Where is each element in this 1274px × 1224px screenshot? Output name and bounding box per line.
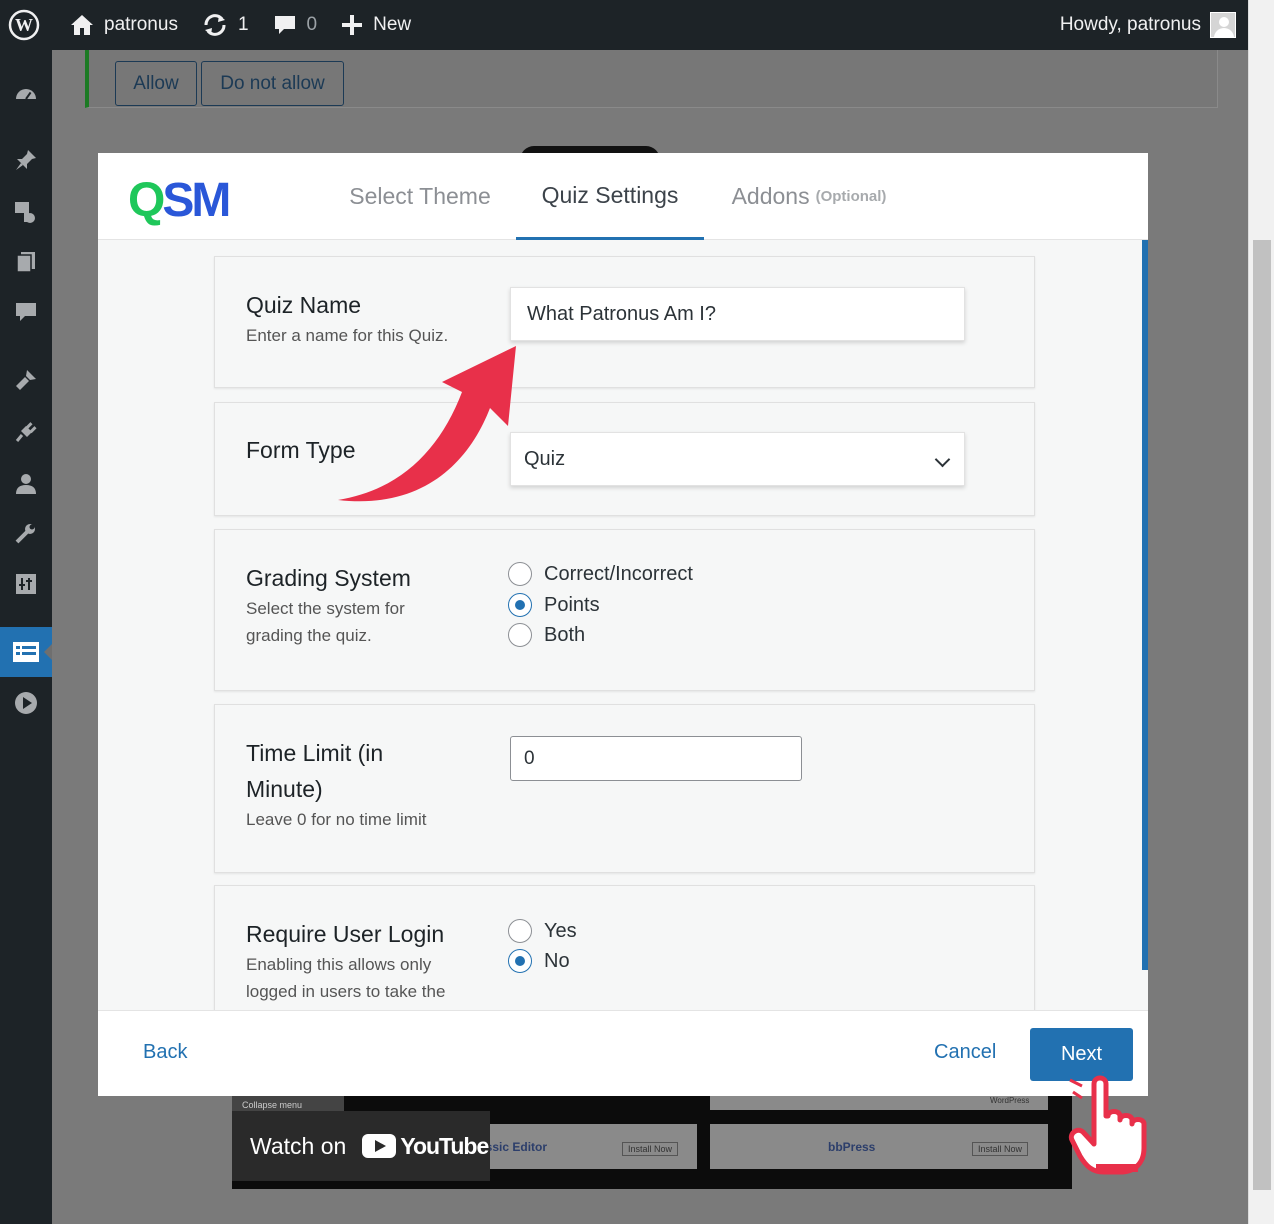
watch-on-text: Watch on (250, 1132, 347, 1159)
time-limit-input[interactable]: 0 (510, 736, 802, 781)
appearance-icon[interactable] (0, 360, 52, 400)
radio-button[interactable] (508, 919, 532, 943)
grading-system-title: Grading System (246, 565, 411, 591)
avatar (1210, 12, 1236, 38)
updates-icon (204, 14, 226, 36)
plugins-icon[interactable] (0, 412, 52, 452)
bbpress-text: bbPress (828, 1140, 876, 1154)
pin-icon[interactable] (0, 140, 52, 180)
require-login-description: Enabling this allows only logged in user… (246, 955, 446, 1001)
comments-icon[interactable] (0, 292, 52, 332)
radio-button-checked[interactable] (508, 593, 532, 617)
plus-icon (342, 15, 363, 35)
modal-body: Quiz Name Enter a name for this Quiz. Wh… (98, 240, 1148, 1010)
new-label: New (373, 14, 412, 35)
require-login-card: Require User Login Enabling this allows … (214, 885, 1035, 1010)
time-limit-description: Leave 0 for no time limit (246, 810, 427, 829)
pages-icon[interactable] (0, 242, 52, 282)
form-type-select[interactable]: Quiz (510, 432, 965, 486)
back-button[interactable]: Back (143, 1041, 187, 1064)
my-account[interactable]: Howdy, patronus (1060, 12, 1248, 38)
comment-icon (274, 16, 295, 34)
media-icon[interactable] (0, 192, 52, 232)
play-icon[interactable] (0, 683, 52, 723)
tab-select-theme[interactable]: Select Theme (324, 153, 516, 240)
annotation-arrow-icon (338, 346, 516, 502)
quiz-icon[interactable] (0, 627, 52, 677)
allow-button[interactable]: Allow (115, 61, 197, 106)
tools-icon[interactable] (0, 514, 52, 554)
dashboard-icon[interactable] (0, 74, 52, 114)
quiz-wizard-modal: QSM Select Theme Quiz Settings Addons (O… (98, 153, 1148, 1096)
home-icon (71, 15, 93, 35)
grading-option-correct-incorrect[interactable]: Correct/Incorrect (508, 559, 693, 589)
cancel-button[interactable]: Cancel (934, 1041, 996, 1064)
site-name-link[interactable]: patronus (52, 0, 190, 50)
time-limit-card: Time Limit (in Minute) Leave 0 for no ti… (214, 704, 1035, 873)
admin-bar: W patronus 1 0 New Howdy, patronus (0, 0, 1248, 50)
quiz-name-input[interactable]: What Patronus Am I? (510, 287, 965, 341)
youtube-text: YouTube (400, 1132, 489, 1159)
modal-scrollbar[interactable] (1142, 240, 1148, 970)
watch-on-youtube[interactable]: Watch on YouTube (232, 1111, 490, 1181)
admin-sidebar (0, 50, 52, 1224)
modal-header: QSM Select Theme Quiz Settings Addons (O… (98, 153, 1148, 240)
modal-footer: Back Cancel Next (98, 1010, 1148, 1096)
radio-button[interactable] (508, 562, 532, 586)
chevron-down-icon (934, 451, 951, 468)
embedded-video[interactable]: Collapse menu assic Editor Install Now W… (232, 1096, 1072, 1189)
collapse-menu-text: Collapse menu (242, 1100, 303, 1110)
wordpress-text: WordPress (990, 1096, 1030, 1105)
grading-system-card: Grading System Select the system for gra… (214, 529, 1035, 691)
svg-text:W: W (15, 15, 33, 35)
tab-addons[interactable]: Addons (Optional) (704, 153, 914, 240)
time-limit-title-line1: Time Limit (in (246, 740, 384, 766)
require-login-title: Require User Login (246, 921, 445, 947)
radio-button-checked[interactable] (508, 949, 532, 973)
classic-editor-card: assic Editor Install Now (477, 1124, 697, 1169)
wordpress-card: WordPress (710, 1096, 1048, 1110)
install-now-text: Install Now (622, 1142, 679, 1156)
tab-quiz-settings[interactable]: Quiz Settings (516, 153, 704, 240)
tab-addons-label: Addons (731, 183, 810, 209)
background-notice: Allow Do not allow (85, 50, 1218, 108)
install-now-text-2: Install Now (972, 1142, 1029, 1156)
page-scroll-thumb[interactable] (1253, 240, 1271, 1190)
pointer-hand-icon (1068, 1072, 1147, 1175)
users-icon[interactable] (0, 464, 52, 504)
grading-option-points[interactable]: Points (508, 590, 600, 620)
require-login-option-no[interactable]: No (508, 946, 570, 976)
page-scrollbar[interactable] (1248, 0, 1274, 1224)
comments-link[interactable]: 0 (261, 0, 330, 50)
updates-count: 1 (237, 14, 249, 35)
wordpress-logo-icon[interactable]: W (0, 0, 52, 50)
grading-option-both[interactable]: Both (508, 620, 585, 650)
form-type-value: Quiz (524, 447, 566, 470)
howdy-text: Howdy, patronus (1059, 14, 1201, 35)
require-login-option-yes[interactable]: Yes (508, 916, 577, 946)
time-limit-title-line2: Minute) (246, 776, 323, 802)
youtube-logo: YouTube (362, 1132, 489, 1160)
youtube-play-icon (362, 1134, 397, 1158)
qsm-logo: QSM (128, 174, 231, 227)
comments-count: 0 (306, 14, 318, 35)
tab-addons-optional: (Optional) (815, 188, 887, 205)
quiz-name-title: Quiz Name (246, 292, 362, 318)
do-not-allow-button[interactable]: Do not allow (201, 61, 344, 106)
grading-system-description: Select the system for grading the quiz. (246, 599, 405, 645)
updates-link[interactable]: 1 (190, 0, 261, 50)
new-content-link[interactable]: New (329, 0, 423, 50)
settings-icon[interactable] (0, 564, 52, 604)
site-name: patronus (104, 14, 178, 35)
radio-button[interactable] (508, 623, 532, 647)
bbpress-card: bbPress Install Now (710, 1124, 1048, 1169)
